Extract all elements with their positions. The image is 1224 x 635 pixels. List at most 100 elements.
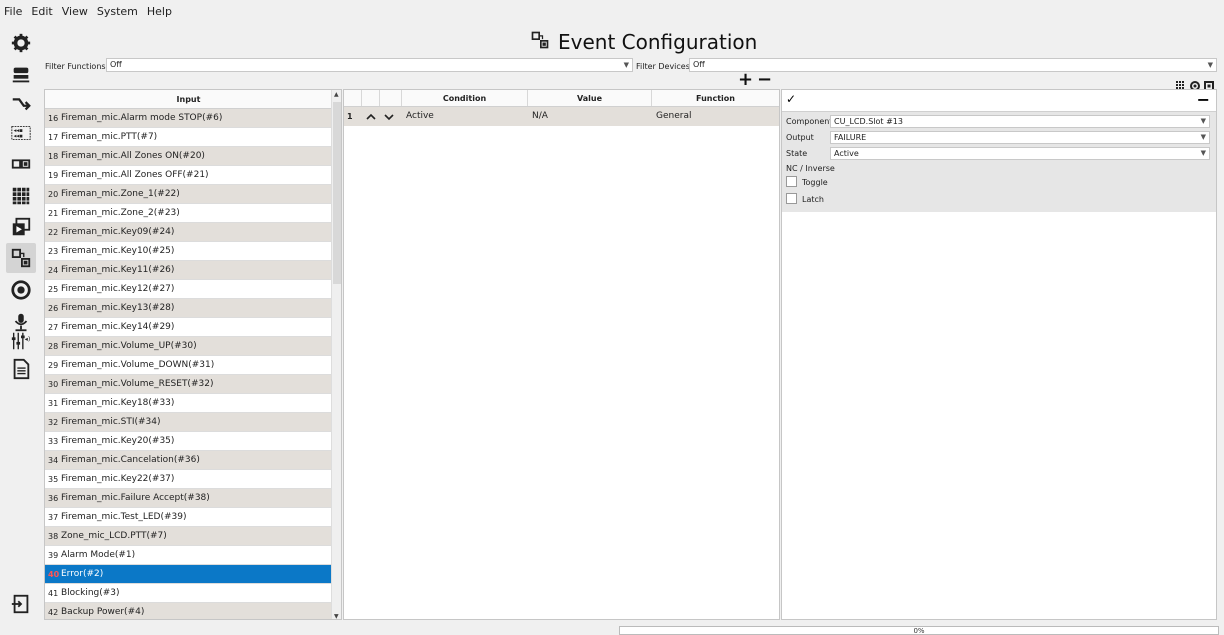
route-arrow-icon[interactable] bbox=[6, 88, 36, 118]
event-table-header: Condition Value Function bbox=[344, 90, 779, 107]
input-row[interactable]: 34 Fireman_mic.Cancelation(#36) bbox=[45, 451, 332, 470]
menu-bar: File Edit View System Help bbox=[0, 0, 1224, 23]
input-row[interactable]: 16 Fireman_mic.Alarm mode STOP(#6) bbox=[45, 109, 332, 128]
left-toolbar: ◂◂▪ ◂◂▪ ◂) bbox=[0, 23, 42, 635]
scroll-thumb[interactable] bbox=[333, 102, 341, 284]
event-config-icon[interactable] bbox=[6, 243, 36, 273]
event-row-num: 1 bbox=[347, 112, 353, 121]
input-row[interactable]: 28 Fireman_mic.Volume_UP(#30) bbox=[45, 337, 332, 356]
toggle-checkbox[interactable] bbox=[786, 176, 797, 187]
config-header: ✓ − bbox=[782, 90, 1216, 112]
input-row[interactable]: 22 Fireman_mic.Key09(#24) bbox=[45, 223, 332, 242]
input-row-label: Fireman_mic.Key11(#26) bbox=[61, 265, 175, 275]
audio-matrix-icon[interactable]: ◂◂▪ ◂◂▪ bbox=[6, 118, 36, 148]
component-select[interactable]: CU_LCD.Slot #13 ▼ bbox=[830, 115, 1210, 128]
help-circle-icon[interactable] bbox=[6, 275, 36, 305]
input-row-number: 36 bbox=[48, 494, 59, 503]
filter-devices-value: Off bbox=[693, 60, 705, 69]
grid-view-icon[interactable] bbox=[1176, 76, 1186, 89]
config-toolbar bbox=[1176, 76, 1214, 91]
window-play-icon[interactable] bbox=[6, 212, 36, 242]
input-row[interactable]: 19 Fireman_mic.All Zones OFF(#21) bbox=[45, 166, 332, 185]
filter-functions-select[interactable]: Off ▼ bbox=[106, 58, 633, 72]
remove-event-button[interactable]: − bbox=[757, 71, 772, 89]
input-row[interactable]: 36 Fireman_mic.Failure Accept(#38) bbox=[45, 489, 332, 508]
server-icon[interactable] bbox=[6, 60, 36, 90]
chevron-down-icon: ▼ bbox=[623, 61, 629, 69]
scroll-up-icon[interactable]: ▲ bbox=[334, 91, 339, 98]
input-column-header[interactable]: Input bbox=[45, 90, 332, 109]
stop-icon[interactable] bbox=[1204, 76, 1214, 91]
input-row[interactable]: 37 Fireman_mic.Test_LED(#39) bbox=[45, 508, 332, 527]
input-row[interactable]: 42 Backup Power(#4) bbox=[45, 603, 332, 619]
input-row-number: 16 bbox=[48, 114, 59, 123]
move-down-icon[interactable] bbox=[380, 107, 402, 126]
event-col-value[interactable]: Value bbox=[528, 90, 652, 106]
event-row[interactable]: 1 Active N/A General bbox=[344, 107, 779, 126]
input-row-number: 37 bbox=[48, 513, 59, 522]
move-up-icon[interactable] bbox=[362, 107, 380, 126]
remove-config-button[interactable]: − bbox=[1197, 92, 1210, 108]
menu-system[interactable]: System bbox=[97, 5, 138, 18]
input-row[interactable]: 31 Fireman_mic.Key18(#33) bbox=[45, 394, 332, 413]
menu-help[interactable]: Help bbox=[147, 5, 172, 18]
event-table: Condition Value Function 1 Active N/A Ge… bbox=[343, 89, 780, 620]
record-icon[interactable] bbox=[1190, 76, 1200, 91]
latch-checkbox[interactable] bbox=[786, 193, 797, 204]
input-row-number: 21 bbox=[48, 209, 59, 218]
input-row-number: 24 bbox=[48, 266, 59, 275]
input-row[interactable]: 32 Fireman_mic.STI(#34) bbox=[45, 413, 332, 432]
event-col-condition[interactable]: Condition bbox=[402, 90, 528, 106]
input-row-label: Fireman_mic.Alarm mode STOP(#6) bbox=[61, 113, 223, 123]
gear-icon[interactable] bbox=[6, 28, 36, 58]
add-event-button[interactable]: + bbox=[738, 71, 753, 89]
exit-icon[interactable] bbox=[6, 589, 36, 619]
input-row[interactable]: 41 Blocking(#3) bbox=[45, 584, 332, 603]
input-row[interactable]: 24 Fireman_mic.Key11(#26) bbox=[45, 261, 332, 280]
input-row[interactable]: 29 Fireman_mic.Volume_DOWN(#31) bbox=[45, 356, 332, 375]
event-col-function[interactable]: Function bbox=[652, 90, 779, 106]
output-select[interactable]: FAILURE ▼ bbox=[830, 131, 1210, 144]
input-row[interactable]: 38 Zone_mic_LCD.PTT(#7) bbox=[45, 527, 332, 546]
input-row[interactable]: 21 Fireman_mic.Zone_2(#23) bbox=[45, 204, 332, 223]
menu-view[interactable]: View bbox=[62, 5, 88, 18]
input-scrollbar[interactable]: ▲ ▼ bbox=[331, 90, 341, 619]
document-icon[interactable] bbox=[6, 354, 36, 384]
device-pair-icon[interactable] bbox=[6, 149, 36, 179]
input-row-label: Fireman_mic.Key22(#37) bbox=[61, 474, 175, 484]
input-row-label: Fireman_mic.Key18(#33) bbox=[61, 398, 175, 408]
checkmark-icon[interactable]: ✓ bbox=[786, 92, 796, 106]
mixer-icon[interactable]: ◂) bbox=[6, 326, 36, 356]
grid-icon[interactable] bbox=[6, 181, 36, 211]
input-row[interactable]: 25 Fireman_mic.Key12(#27) bbox=[45, 280, 332, 299]
filter-functions-value: Off bbox=[110, 60, 122, 69]
input-row-label: Fireman_mic.Key10(#25) bbox=[61, 246, 175, 256]
input-row[interactable]: 40 Error(#2) bbox=[45, 565, 332, 584]
input-row-number: 42 bbox=[48, 608, 59, 617]
menu-edit[interactable]: Edit bbox=[31, 5, 52, 18]
input-row-label: Fireman_mic.Volume_DOWN(#31) bbox=[61, 360, 215, 370]
scroll-down-icon[interactable]: ▼ bbox=[334, 613, 339, 619]
input-row[interactable]: 23 Fireman_mic.Key10(#25) bbox=[45, 242, 332, 261]
input-row[interactable]: 35 Fireman_mic.Key22(#37) bbox=[45, 470, 332, 489]
input-row-number: 40 bbox=[48, 570, 60, 579]
input-row-label: Backup Power(#4) bbox=[61, 607, 145, 617]
input-row-number: 18 bbox=[48, 152, 59, 161]
input-row[interactable]: 27 Fireman_mic.Key14(#29) bbox=[45, 318, 332, 337]
input-row[interactable]: 33 Fireman_mic.Key20(#35) bbox=[45, 432, 332, 451]
input-row[interactable]: 39 Alarm Mode(#1) bbox=[45, 546, 332, 565]
chevron-down-icon: ▼ bbox=[1200, 149, 1206, 157]
menu-file[interactable]: File bbox=[4, 5, 22, 18]
input-row-label: Fireman_mic.Key13(#28) bbox=[61, 303, 175, 313]
component-label: Component bbox=[786, 117, 833, 126]
input-row[interactable]: 20 Fireman_mic.Zone_1(#22) bbox=[45, 185, 332, 204]
input-row[interactable]: 17 Fireman_mic.PTT(#7) bbox=[45, 128, 332, 147]
input-row[interactable]: 26 Fireman_mic.Key13(#28) bbox=[45, 299, 332, 318]
state-select[interactable]: Active ▼ bbox=[830, 147, 1210, 160]
input-row[interactable]: 18 Fireman_mic.All Zones ON(#20) bbox=[45, 147, 332, 166]
input-row-number: 33 bbox=[48, 437, 59, 446]
event-col-down bbox=[380, 90, 402, 106]
input-row-number: 25 bbox=[48, 285, 59, 294]
input-row[interactable]: 30 Fireman_mic.Volume_RESET(#32) bbox=[45, 375, 332, 394]
input-row-number: 34 bbox=[48, 456, 59, 465]
